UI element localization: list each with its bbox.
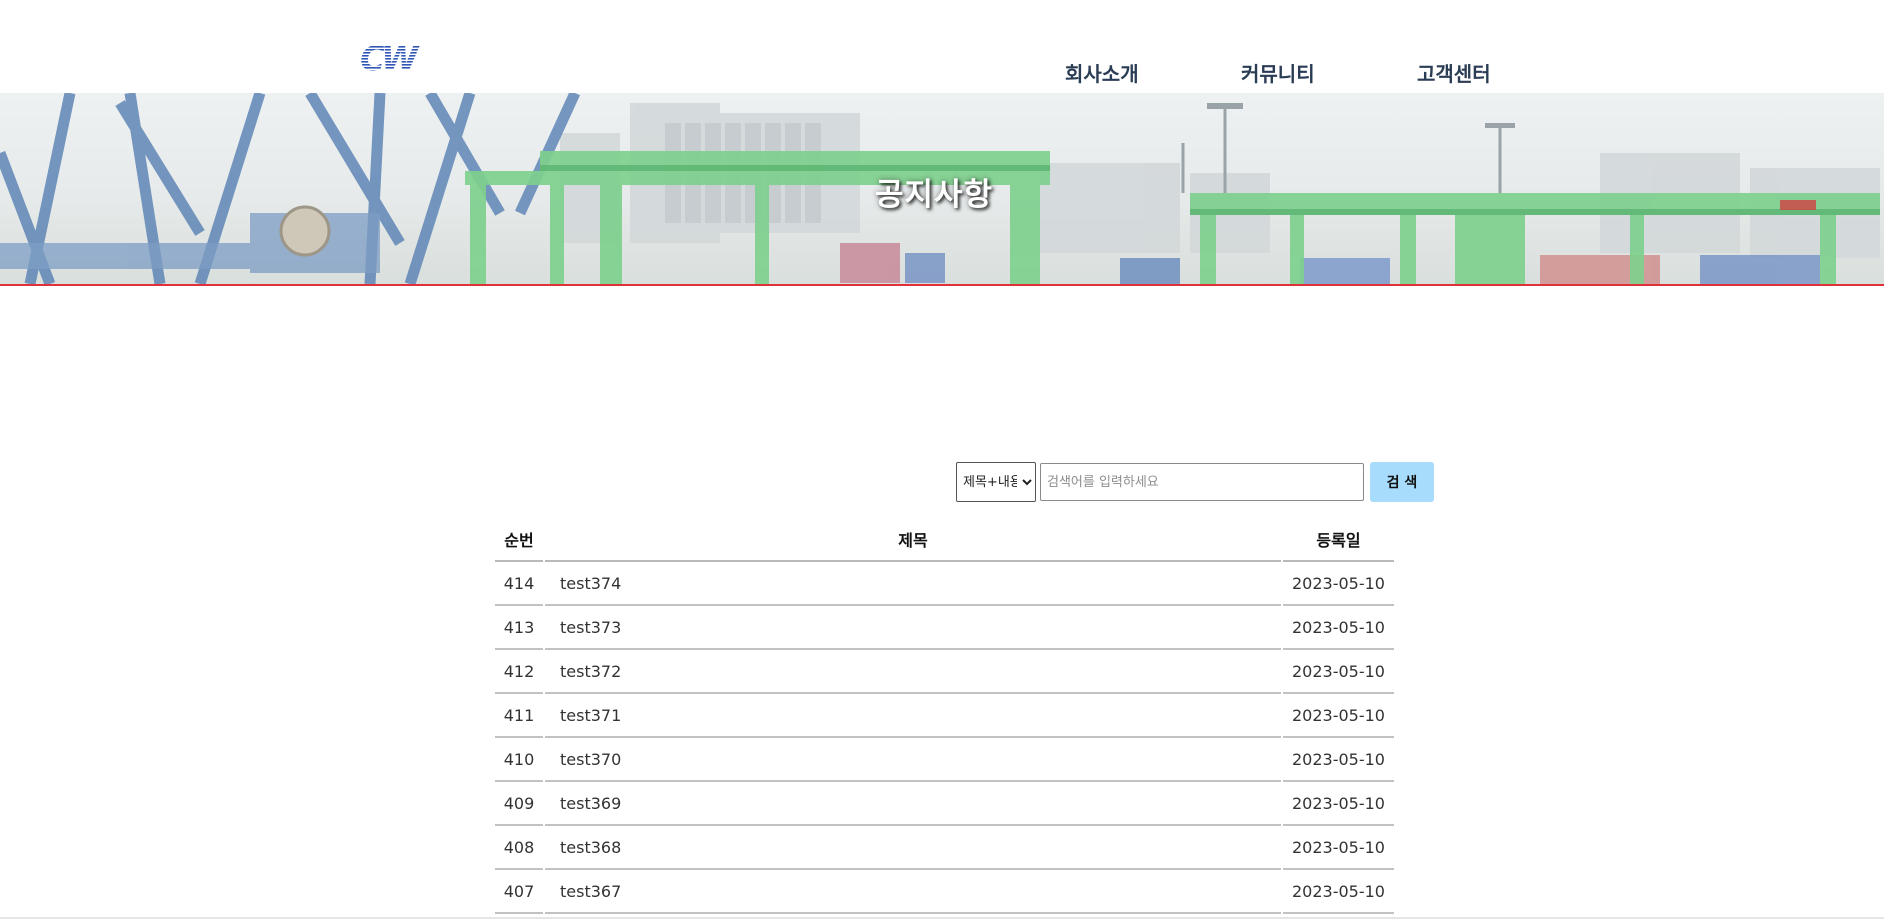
row-title-link[interactable]: test368 [545,838,621,857]
row-title-cell: test373 [545,606,1281,650]
row-date: 2023-05-10 [1283,782,1394,826]
table-row[interactable]: 411 test371 2023-05-10 [495,694,1394,738]
row-title-link[interactable]: test374 [545,574,621,593]
header-no: 순번 [495,518,543,562]
site-header: CW 회사소개 커뮤니티 고객센터 [0,0,1884,93]
table-body: 414 test374 2023-05-10 413 test373 2023-05-10… [495,562,1394,914]
nav-company-intro[interactable]: 회사소개 [1065,58,1139,87]
row-title-link[interactable]: test369 [545,794,621,813]
row-title-cell: test367 [545,870,1281,914]
row-number: 407 [495,870,543,914]
row-date: 2023-05-10 [1283,606,1394,650]
search-input[interactable] [1040,463,1364,501]
row-title-cell: test368 [545,826,1281,870]
row-number: 409 [495,782,543,826]
row-number: 412 [495,650,543,694]
search-button[interactable]: 검 색 [1370,462,1434,502]
header-title: 제목 [545,518,1281,562]
row-number: 408 [495,826,543,870]
table-row[interactable]: 413 test373 2023-05-10 [495,606,1394,650]
row-number: 413 [495,606,543,650]
row-number: 410 [495,738,543,782]
row-date: 2023-05-10 [1283,826,1394,870]
notice-table: 순번 제목 등록일 414 test374 2023-05-10 413 test373… [493,518,1396,914]
cw-logo-icon: CW [360,39,424,79]
row-title-cell: test374 [545,562,1281,606]
table-row[interactable]: 412 test372 2023-05-10 [495,650,1394,694]
nav-community[interactable]: 커뮤니티 [1241,58,1315,87]
header-date: 등록일 [1283,518,1394,562]
row-date: 2023-05-10 [1283,738,1394,782]
row-title-link[interactable]: test371 [545,706,621,725]
row-title-cell: test369 [545,782,1281,826]
row-date: 2023-05-10 [1283,870,1394,914]
table-header-row: 순번 제목 등록일 [495,518,1394,562]
row-title-link[interactable]: test373 [545,618,621,637]
row-title-link[interactable]: test370 [545,750,621,769]
svg-text:CW: CW [360,40,420,76]
nav-customer-center[interactable]: 고객센터 [1417,58,1491,87]
search-type-select[interactable]: 제목+내용 [956,462,1036,502]
page-title: 공지사항 [874,177,994,213]
notice-board: 순번 제목 등록일 414 test374 2023-05-10 413 test373… [495,518,1396,914]
page-banner: 공지사항 [0,93,1884,286]
row-date: 2023-05-10 [1283,694,1394,738]
row-title-cell: test372 [545,650,1281,694]
table-row[interactable]: 414 test374 2023-05-10 [495,562,1394,606]
row-title-link[interactable]: test372 [545,662,621,681]
row-number: 414 [495,562,543,606]
row-number: 411 [495,694,543,738]
row-title-cell: test371 [545,694,1281,738]
row-date: 2023-05-10 [1283,650,1394,694]
row-title-link[interactable]: test367 [545,882,621,901]
table-row[interactable]: 408 test368 2023-05-10 [495,826,1394,870]
row-title-cell: test370 [545,738,1281,782]
table-row[interactable]: 410 test370 2023-05-10 [495,738,1394,782]
row-date: 2023-05-10 [1283,562,1394,606]
table-row[interactable]: 409 test369 2023-05-10 [495,782,1394,826]
table-row[interactable]: 407 test367 2023-05-10 [495,870,1394,914]
company-logo[interactable]: CW [358,39,428,79]
